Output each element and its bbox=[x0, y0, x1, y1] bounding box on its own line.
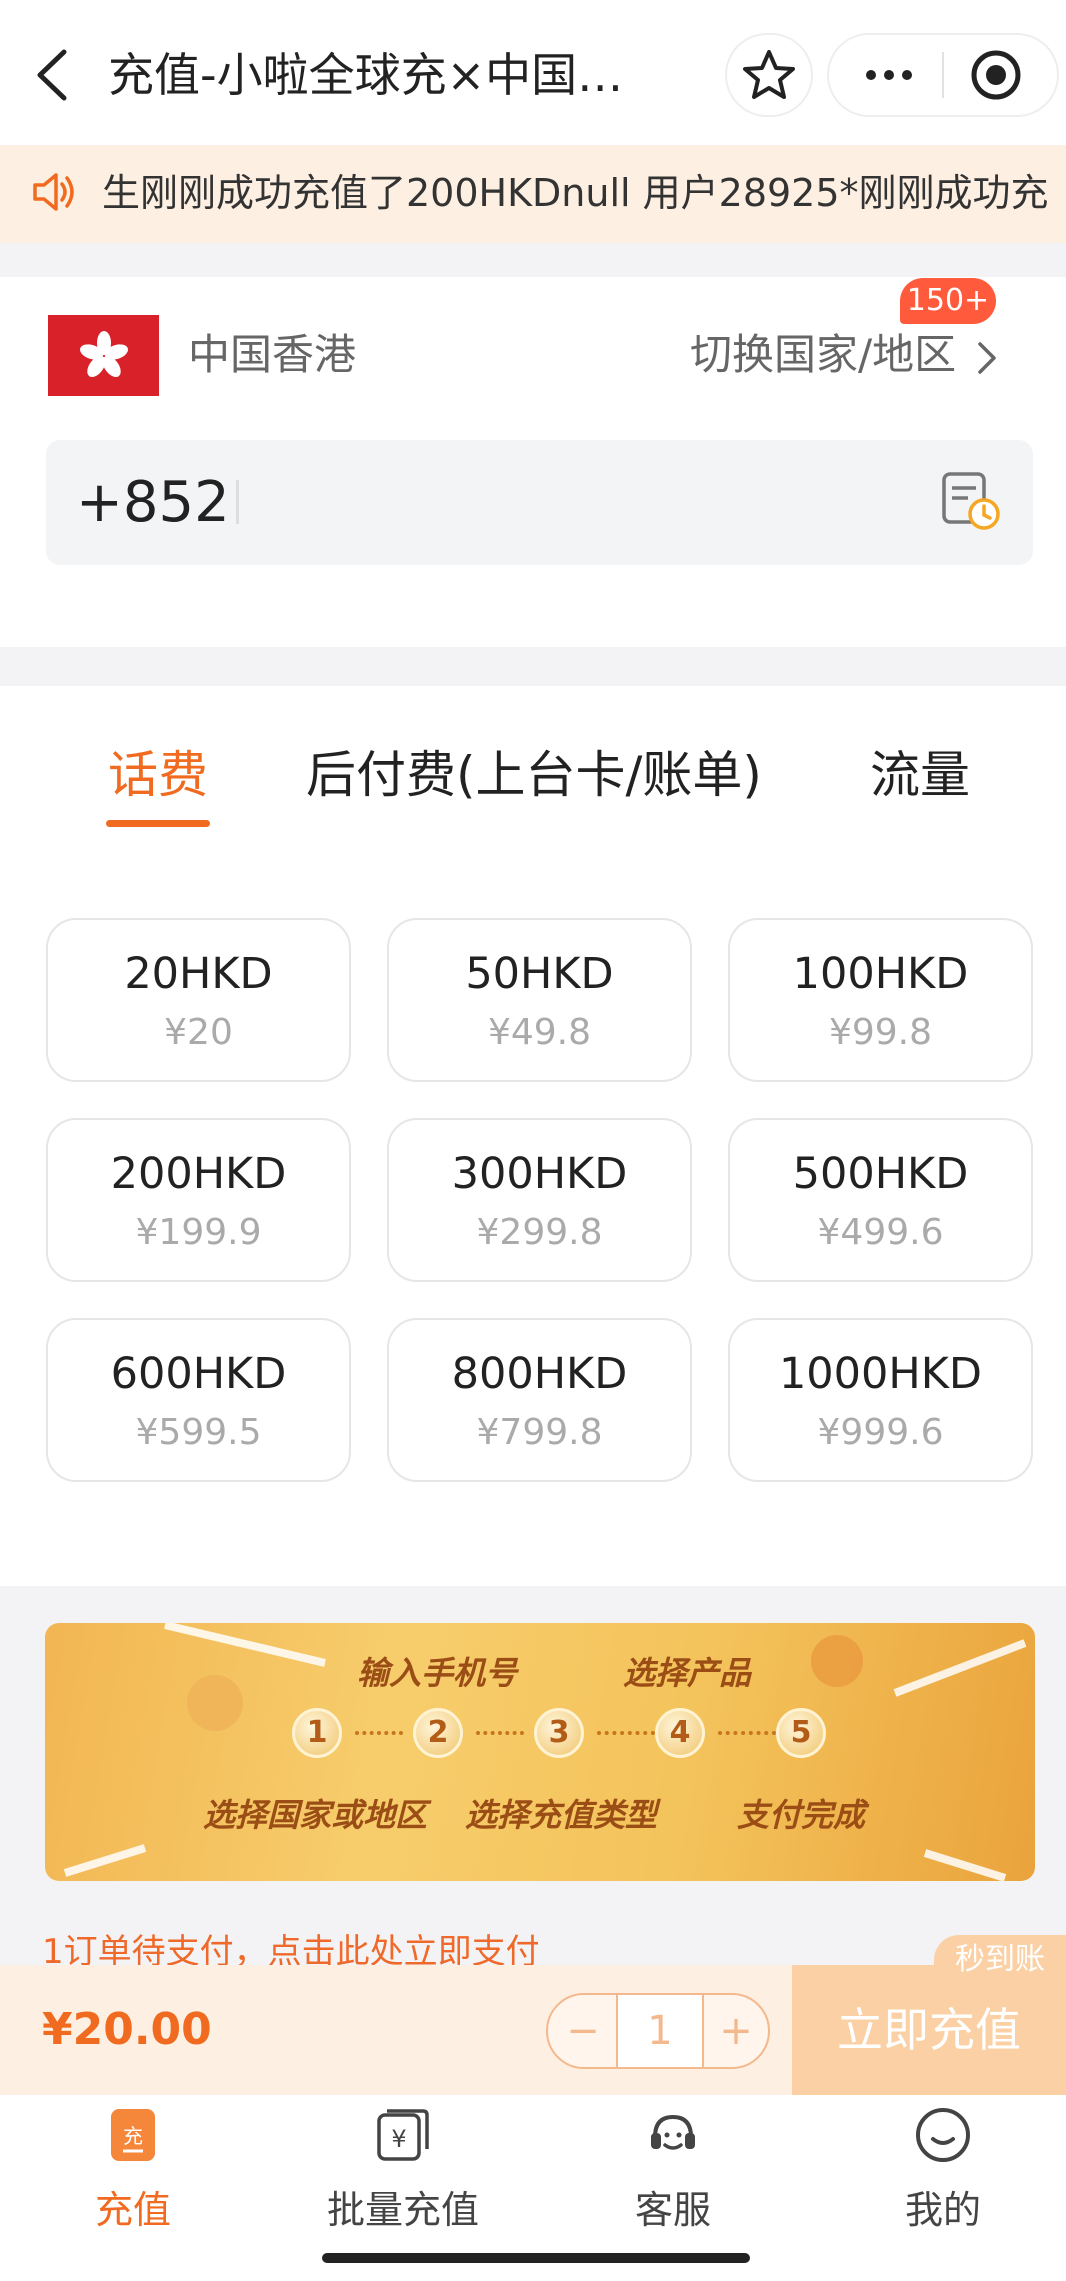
product-price: ¥20 bbox=[164, 1012, 233, 1053]
pending-order-link[interactable]: 1订单待支付，点击此处立即支付 bbox=[42, 1930, 540, 1966]
capsule-divider bbox=[942, 52, 944, 98]
product-name: 300HKD bbox=[451, 1149, 628, 1199]
profile-icon bbox=[916, 2108, 970, 2162]
product-price: ¥599.5 bbox=[135, 1412, 262, 1453]
step-connector bbox=[355, 1731, 403, 1735]
country-code: +852 bbox=[76, 470, 230, 535]
speaker-icon bbox=[33, 173, 74, 211]
step-number: 5 bbox=[776, 1708, 826, 1758]
recharge-steps-banner: 输入手机号 选择产品 1 2 3 4 5 选择国家或地区 选择充值类型 支付完成 bbox=[45, 1623, 1035, 1881]
nav-label: 我的 bbox=[904, 2188, 981, 2232]
product-name: 100HKD bbox=[792, 949, 969, 999]
quantity-input[interactable]: 1 bbox=[616, 1995, 704, 2067]
product-name: 1000HKD bbox=[778, 1349, 983, 1399]
product-price: ¥499.6 bbox=[817, 1212, 944, 1253]
increase-button[interactable]: + bbox=[702, 1995, 770, 2067]
nav-item-profile[interactable]: 我的 bbox=[853, 2105, 1033, 2235]
notice-bar[interactable]: 生刚刚成功充值了200HKDnull 用户28925*刚刚成功充 bbox=[0, 145, 1066, 243]
product-name: 500HKD bbox=[792, 1149, 969, 1199]
product-name: 20HKD bbox=[124, 949, 273, 999]
back-arrow-icon bbox=[37, 49, 67, 101]
tab-data[interactable]: 流量 bbox=[870, 740, 970, 810]
quantity-stepper: − 1 + bbox=[546, 1993, 770, 2069]
region-name: 中国香港 bbox=[188, 330, 357, 379]
nav-item-recharge[interactable]: 充 充值 bbox=[43, 2105, 223, 2235]
hong-kong-flag-icon bbox=[48, 315, 159, 396]
nav-label: 批量充值 bbox=[326, 2188, 479, 2232]
close-miniapp-icon[interactable] bbox=[944, 35, 1054, 115]
notice-text: 生刚刚成功充值了200HKDnull 用户28925*刚刚成功充 bbox=[102, 171, 1049, 215]
product-option[interactable]: 300HKD ¥299.8 bbox=[387, 1118, 692, 1282]
product-price: ¥99.8 bbox=[828, 1012, 933, 1053]
product-price: ¥999.6 bbox=[817, 1412, 944, 1453]
phone-input-cursor bbox=[236, 480, 239, 524]
nav-item-batch-recharge[interactable]: ¥ 批量充值 bbox=[313, 2105, 493, 2235]
product-name: 800HKD bbox=[451, 1349, 628, 1399]
step-connector bbox=[597, 1731, 655, 1735]
product-price: ¥799.8 bbox=[476, 1412, 603, 1453]
banner-decoration bbox=[63, 1623, 1027, 1881]
step-label-product: 选择产品 bbox=[623, 1654, 752, 1692]
product-name: 600HKD bbox=[110, 1349, 287, 1399]
step-number: 4 bbox=[655, 1708, 705, 1758]
step-label-pay: 支付完成 bbox=[737, 1796, 866, 1834]
region-count-badge: 150+ bbox=[900, 278, 996, 324]
product-price: ¥199.9 bbox=[135, 1212, 262, 1253]
product-option[interactable]: 100HKD ¥99.8 bbox=[728, 918, 1033, 1082]
back-button[interactable] bbox=[28, 40, 78, 110]
product-option[interactable]: 50HKD ¥49.8 bbox=[387, 918, 692, 1082]
svg-text:充: 充 bbox=[123, 2124, 143, 2148]
step-connector bbox=[718, 1731, 776, 1735]
nav-label: 充值 bbox=[94, 2188, 171, 2232]
step-label-region: 选择国家或地区 bbox=[203, 1796, 428, 1834]
product-option[interactable]: 1000HKD ¥999.6 bbox=[728, 1318, 1033, 1482]
product-price: ¥299.8 bbox=[476, 1212, 603, 1253]
product-option[interactable]: 200HKD ¥199.9 bbox=[46, 1118, 351, 1282]
step-connector bbox=[476, 1731, 524, 1735]
product-name: 50HKD bbox=[465, 949, 614, 999]
svg-text:¥: ¥ bbox=[391, 2125, 406, 2153]
switch-region-label: 切换国家/地区 bbox=[690, 330, 957, 379]
total-price: ¥20.00 bbox=[42, 2004, 212, 2055]
product-name: 200HKD bbox=[110, 1149, 287, 1199]
product-option[interactable]: 20HKD ¥20 bbox=[46, 918, 351, 1082]
customer-service-icon bbox=[651, 2114, 695, 2150]
batch-recharge-icon: ¥ bbox=[377, 2109, 429, 2161]
tab-postpaid[interactable]: 后付费(上台卡/账单) bbox=[306, 740, 762, 810]
more-icon[interactable] bbox=[831, 35, 941, 115]
nav-label: 客服 bbox=[634, 2188, 711, 2232]
nav-item-customer-service[interactable]: 客服 bbox=[583, 2105, 763, 2235]
recharge-icon: 充 bbox=[111, 2109, 155, 2161]
product-option[interactable]: 600HKD ¥599.5 bbox=[46, 1318, 351, 1482]
step-number: 3 bbox=[534, 1708, 584, 1758]
switch-region-button[interactable]: 切换国家/地区 bbox=[690, 325, 1000, 385]
star-icon bbox=[743, 50, 795, 99]
favorite-button[interactable] bbox=[725, 33, 813, 117]
home-indicator bbox=[322, 2253, 750, 2263]
chevron-right-icon bbox=[977, 341, 996, 374]
history-icon[interactable] bbox=[940, 470, 1002, 532]
decrease-button[interactable]: − bbox=[548, 1995, 618, 2067]
step-number: 1 bbox=[292, 1708, 342, 1758]
product-option[interactable]: 500HKD ¥499.6 bbox=[728, 1118, 1033, 1282]
step-number: 2 bbox=[413, 1708, 463, 1758]
step-label-type: 选择充值类型 bbox=[465, 1796, 658, 1834]
step-label-phone: 输入手机号 bbox=[357, 1654, 518, 1692]
instant-arrival-badge: 秒到账 bbox=[934, 1935, 1066, 1985]
tab-prepaid[interactable]: 话费 bbox=[108, 740, 208, 810]
active-tab-indicator bbox=[106, 820, 210, 827]
bauhinia-icon bbox=[79, 330, 128, 377]
product-option[interactable]: 800HKD ¥799.8 bbox=[387, 1318, 692, 1482]
page-title: 充值-小啦全球充×中国… bbox=[108, 48, 624, 102]
product-price: ¥49.8 bbox=[487, 1012, 592, 1053]
